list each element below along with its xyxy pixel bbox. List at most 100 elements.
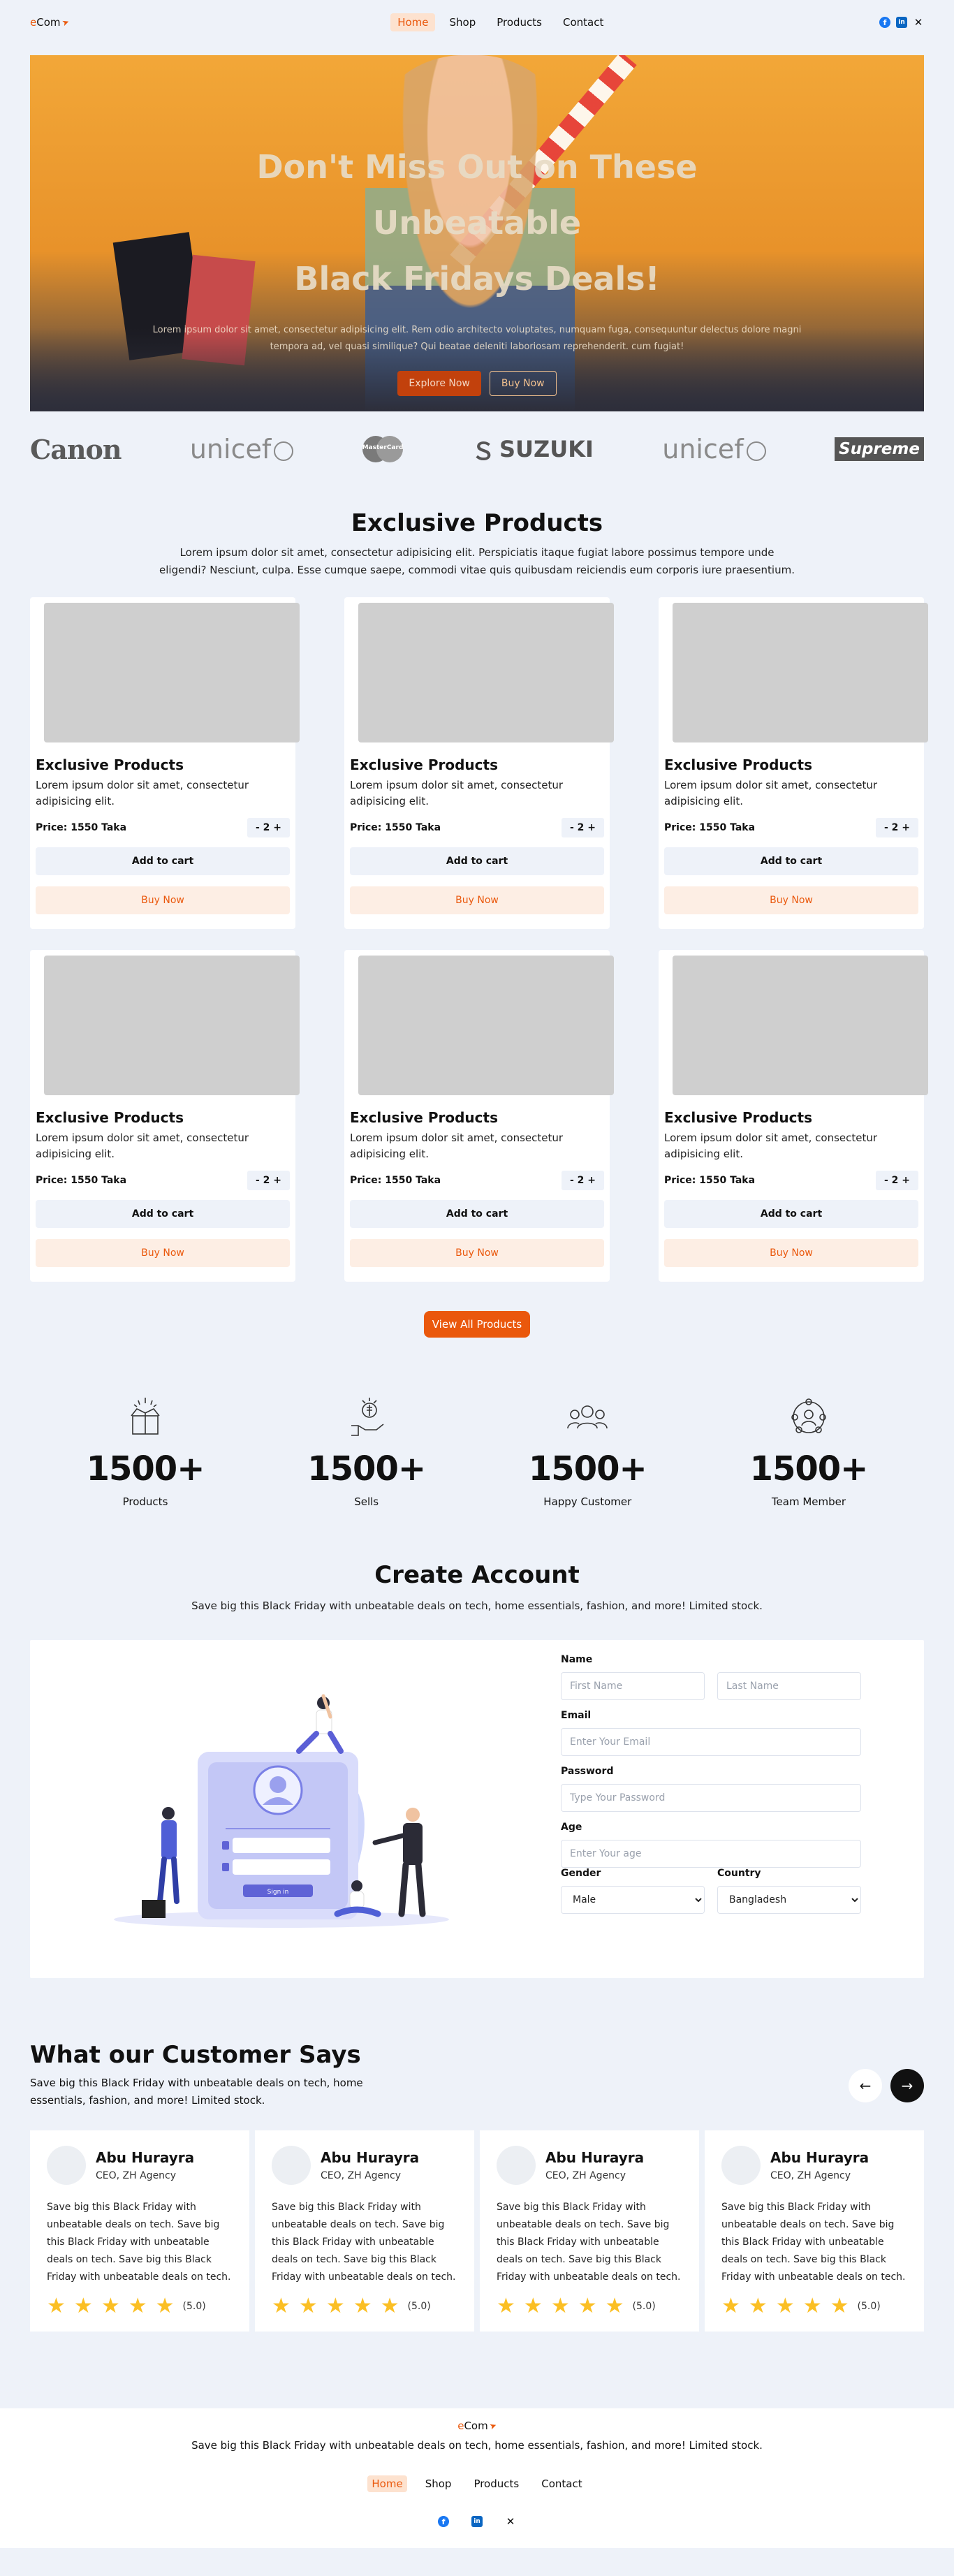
products-title: Exclusive Products: [351, 509, 603, 537]
country-select[interactable]: Bangladesh: [717, 1886, 861, 1914]
email-field[interactable]: [561, 1728, 861, 1756]
star-icon: ★: [802, 2294, 822, 2318]
nav-home[interactable]: Home: [390, 13, 436, 31]
star-icon: ★: [830, 2294, 849, 2318]
product-image: [358, 956, 614, 1095]
star-icon: ★: [578, 2294, 597, 2318]
unicef-logo-text: unicef: [189, 434, 272, 464]
testimonials-subtitle: Save big this Black Friday with unbeatab…: [30, 2077, 363, 2107]
testimonial-card: Abu Hurayra CEO, ZH Agency Save big this B…: [705, 2130, 924, 2332]
testimonial-text: Save big this Black Friday with unbeatab…: [47, 2202, 231, 2283]
rating: ★ ★ ★ ★ ★ (5.0): [721, 2296, 907, 2317]
last-name-input[interactable]: [717, 1672, 861, 1700]
logo[interactable]: e Com ➤: [30, 16, 71, 29]
star-icon: ★: [155, 2294, 175, 2318]
rating: ★ ★ ★ ★ ★ (5.0): [272, 2296, 457, 2317]
quantity-stepper[interactable]: - 2 +: [561, 1171, 604, 1190]
add-to-cart-button[interactable]: Add to cart: [350, 847, 604, 875]
buy-now-button[interactable]: Buy Now: [664, 886, 918, 914]
star-icon: ★: [775, 2294, 795, 2318]
product-price: Price: 1550 Taka: [36, 1175, 127, 1186]
nav-shop[interactable]: Shop: [442, 13, 483, 31]
name-label: Name: [561, 1654, 593, 1665]
product-grid: Exclusive Products Lorem ipsum dolor sit …: [30, 597, 928, 1282]
product-image: [673, 956, 928, 1095]
star-icon: ★: [101, 2294, 120, 2318]
star-icon: ★: [721, 2294, 740, 2318]
products-subtitle: Lorem ipsum dolor sit amet, consectetur …: [159, 546, 795, 576]
author-name: Abu Hurayra: [321, 2149, 420, 2166]
arrow-left-icon[interactable]: ←: [849, 2069, 882, 2102]
product-description: Lorem ipsum dolor sit amet, consectetur …: [664, 1132, 878, 1160]
footer-logo[interactable]: e Com ➤: [0, 2420, 954, 2432]
age-field[interactable]: [561, 1840, 861, 1868]
hand-sell-icon: [351, 1398, 384, 1436]
product-title: Exclusive Products: [36, 756, 184, 773]
x-icon[interactable]: ✕: [913, 16, 924, 29]
rating: ★ ★ ★ ★ ★ (5.0): [47, 2296, 233, 2317]
product-price-row: Price: 1550 Taka - 2 +: [350, 818, 604, 837]
create-account-subtitle: Save big this Black Friday with unbeatab…: [191, 1600, 763, 1612]
quantity-stepper[interactable]: - 2 +: [561, 818, 604, 837]
arrow-right-icon[interactable]: →: [890, 2069, 924, 2102]
buy-now-button[interactable]: Buy Now: [350, 1239, 604, 1267]
footer-menu: Home Shop Products Contact: [0, 2475, 954, 2492]
product-price-row: Price: 1550 Taka - 2 +: [36, 818, 290, 837]
star-icon: ★: [605, 2294, 624, 2318]
testimonials-header: What our Customer Says Save big this Bla…: [30, 2041, 924, 2109]
linkedin-icon[interactable]: in: [471, 2516, 483, 2527]
first-name-input[interactable]: [561, 1672, 705, 1700]
quantity-stepper[interactable]: - 2 +: [875, 818, 918, 837]
password-field[interactable]: [561, 1784, 861, 1812]
star-icon: ★: [73, 2294, 93, 2318]
facebook-icon[interactable]: f: [879, 17, 890, 28]
add-to-cart-button[interactable]: Add to cart: [36, 847, 290, 875]
quantity-stepper[interactable]: - 2 +: [247, 818, 290, 837]
nav-contact[interactable]: Contact: [556, 13, 610, 31]
rating: ★ ★ ★ ★ ★ (5.0): [497, 2296, 682, 2317]
product-card: Exclusive Products Lorem ipsum dolor sit …: [30, 950, 300, 1282]
gender-select[interactable]: Male: [561, 1886, 705, 1914]
author-name: Abu Hurayra: [770, 2149, 869, 2166]
facebook-icon[interactable]: f: [438, 2516, 449, 2527]
footer-nav-home[interactable]: Home: [367, 2475, 407, 2492]
explore-now-button[interactable]: Explore Now: [397, 371, 481, 396]
product-title: Exclusive Products: [36, 1109, 184, 1126]
quantity-stepper[interactable]: - 2 +: [247, 1171, 290, 1190]
team-network-icon: [791, 1398, 826, 1433]
star-icon: ★: [550, 2294, 570, 2318]
x-icon[interactable]: ✕: [505, 2515, 516, 2528]
add-to-cart-button[interactable]: Add to cart: [664, 847, 918, 875]
mastercard-logo: MasterCard: [362, 436, 403, 462]
view-all-products-button[interactable]: View All Products: [424, 1311, 530, 1338]
hero-banner: Don't Miss Out on These Unbeatable Black…: [30, 55, 924, 411]
linkedin-icon[interactable]: in: [895, 17, 907, 28]
buy-now-button[interactable]: Buy Now: [36, 1239, 290, 1267]
product-price-row: Price: 1550 Taka - 2 +: [350, 1171, 604, 1190]
quantity-stepper[interactable]: - 2 +: [875, 1171, 918, 1190]
testimonial-author: Abu Hurayra CEO, ZH Agency: [47, 2146, 233, 2185]
star-icon: ★: [47, 2294, 66, 2318]
avatar: [497, 2146, 536, 2185]
buy-now-button[interactable]: Buy Now: [36, 886, 290, 914]
add-to-cart-button[interactable]: Add to cart: [36, 1200, 290, 1228]
testimonial-text: Save big this Black Friday with unbeatab…: [721, 2202, 906, 2283]
stats-row: 1500+ Products 1500+ Sells 1500+ Happy C…: [30, 1395, 924, 1508]
star-icon: ★: [272, 2294, 291, 2318]
footer-logo-e: e: [457, 2420, 464, 2432]
product-image: [673, 603, 928, 742]
buy-now-button[interactable]: Buy Now: [664, 1239, 918, 1267]
add-to-cart-button[interactable]: Add to cart: [664, 1200, 918, 1228]
footer-nav-products[interactable]: Products: [469, 2475, 523, 2492]
product-description: Lorem ipsum dolor sit amet, consectetur …: [36, 779, 249, 807]
carousel-controls: ← →: [849, 2069, 924, 2102]
footer-nav-contact[interactable]: Contact: [537, 2475, 586, 2492]
nav-products[interactable]: Products: [490, 13, 549, 31]
product-title: Exclusive Products: [664, 1109, 812, 1126]
paper-plane-icon: ➤: [487, 2420, 498, 2432]
buy-now-button[interactable]: Buy Now: [350, 886, 604, 914]
signup-form: Name Email Password Age Gender Male Coun…: [533, 1640, 861, 1978]
add-to-cart-button[interactable]: Add to cart: [350, 1200, 604, 1228]
hero-buy-now-button[interactable]: Buy Now: [489, 371, 557, 396]
footer-nav-shop[interactable]: Shop: [421, 2475, 456, 2492]
